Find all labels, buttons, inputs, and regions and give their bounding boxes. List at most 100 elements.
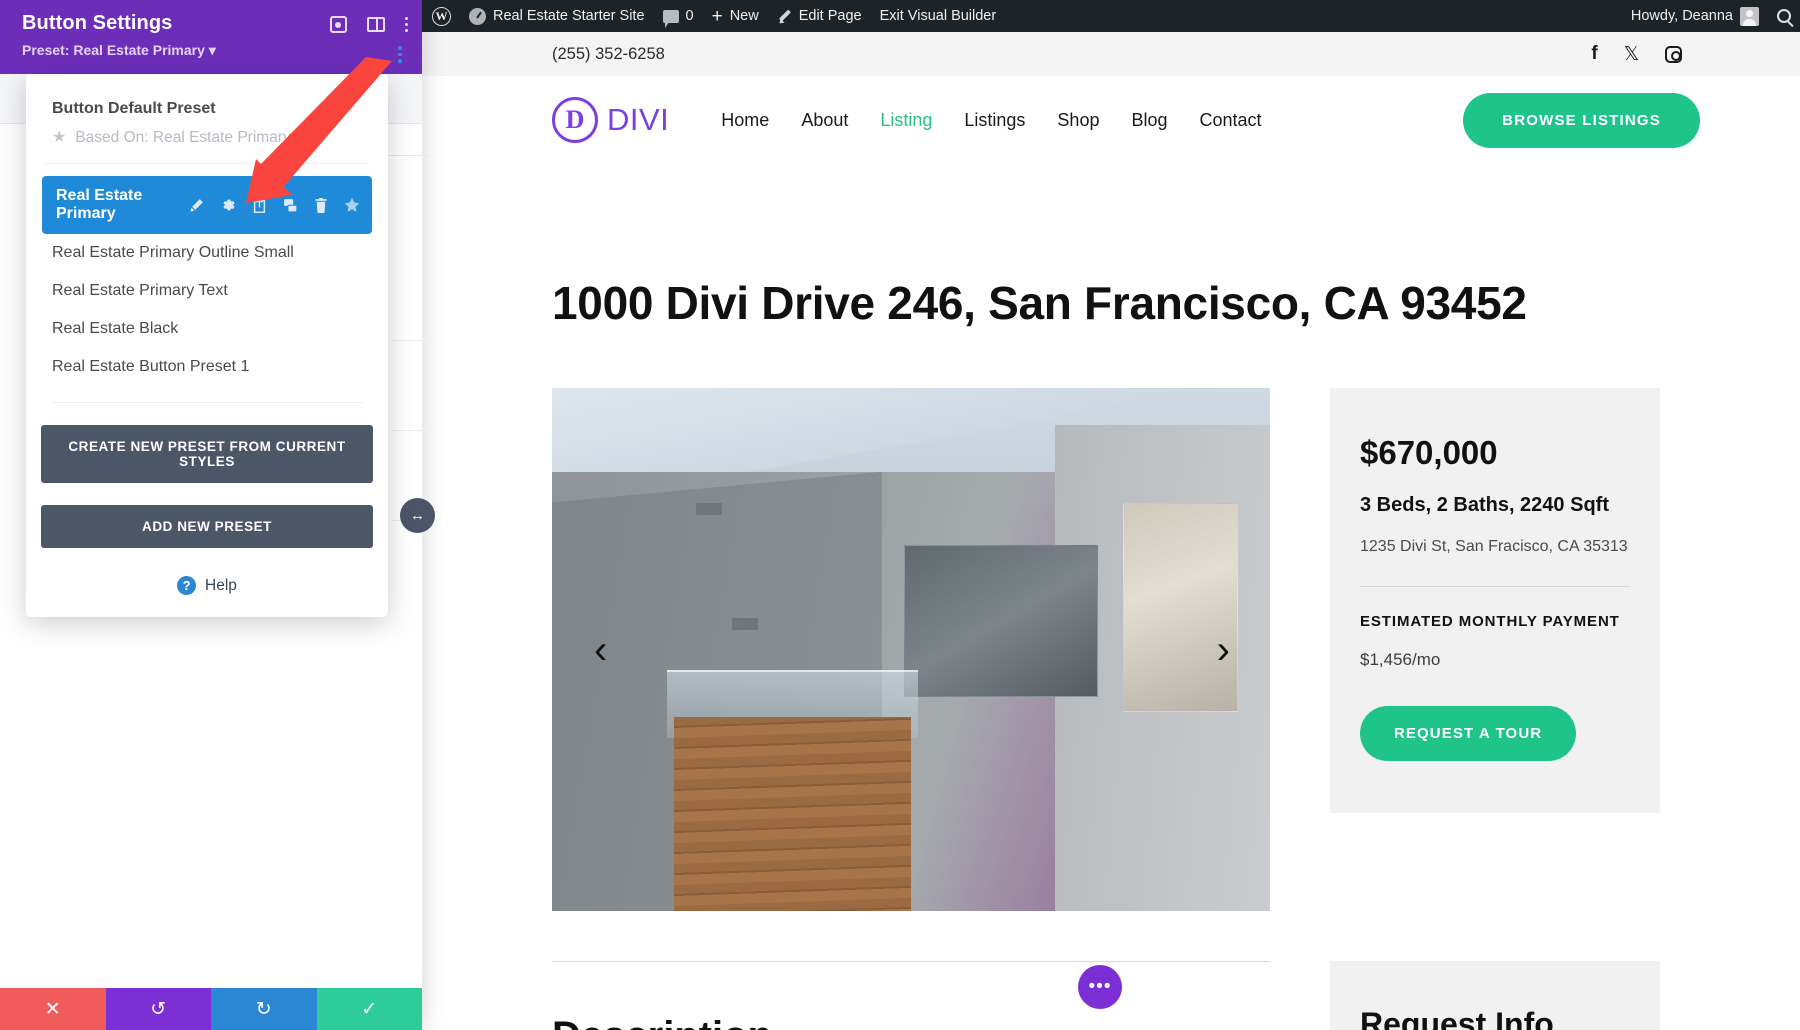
based-on-label: Based On: Real Estate Primary	[75, 129, 290, 147]
property-photo	[552, 388, 1270, 911]
site-logo[interactable]: D DIVI	[552, 97, 669, 143]
add-new-preset-button[interactable]: ADD NEW PRESET	[41, 505, 373, 548]
preset-item-label: Real Estate Primary Text	[52, 282, 228, 300]
nav-link-home[interactable]: Home	[721, 110, 769, 131]
preset-item-actions	[189, 197, 360, 213]
dropdown-help-link[interactable]: ? Help	[26, 576, 388, 595]
divi-logo-icon: D	[552, 97, 598, 143]
edit-page-label: Edit Page	[799, 8, 862, 24]
social-links: f 𝕏	[1591, 43, 1682, 66]
page-body: 1000 Divi Drive 246, San Francisco, CA 9…	[422, 276, 1800, 1030]
preset-dropdown: Button Default Preset ★ Based On: Real E…	[26, 74, 388, 617]
wp-admin-bar: W Real Estate Starter Site 0 + New Edit …	[422, 0, 1800, 32]
property-details-card: $670,000 3 Beds, 2 Baths, 2240 Sqft 1235…	[1330, 388, 1660, 813]
modal-row-divider	[392, 430, 432, 431]
delete-icon[interactable]	[314, 198, 328, 213]
builder-action-bar: ✕ ↺ ↻ ✓	[0, 988, 422, 1030]
preset-item-real-estate-black[interactable]: Real Estate Black	[26, 310, 388, 348]
page-title: 1000 Divi Drive 246, San Francisco, CA 9…	[552, 276, 1670, 330]
star-icon: ★	[52, 130, 66, 146]
builder-fab-button[interactable]: •••	[1078, 965, 1122, 1009]
description-column: Description	[552, 961, 1270, 1030]
user-avatar	[1740, 7, 1759, 26]
dropdown-help-label: Help	[205, 577, 237, 595]
comments-button[interactable]: 0	[654, 0, 703, 32]
window-curtained	[1123, 503, 1238, 712]
logo-text: DIVI	[607, 102, 669, 138]
split-view-icon[interactable]	[367, 17, 385, 32]
create-new-preset-button[interactable]: CREATE NEW PRESET FROM CURRENT STYLES	[41, 425, 373, 483]
gallery-prev-button[interactable]: ‹	[594, 630, 607, 670]
exit-builder-label: Exit Visual Builder	[880, 8, 997, 24]
vertical-dots-icon[interactable]	[405, 17, 408, 32]
preset-item-label: Real Estate Black	[52, 320, 178, 338]
site-preview: (255) 352-6258 f 𝕏 D DIVI Home About Lis…	[422, 32, 1800, 1030]
wall-vent	[696, 503, 722, 515]
modal-row-options-icon[interactable]	[398, 46, 402, 63]
search-icon	[1777, 9, 1791, 23]
wp-logo-button[interactable]: W	[422, 0, 460, 32]
modal-row-divider	[392, 340, 432, 341]
preset-item-label: Real Estate Primary	[56, 187, 171, 223]
exit-visual-builder-button[interactable]: Exit Visual Builder	[871, 0, 1006, 32]
site-name-button[interactable]: Real Estate Starter Site	[460, 0, 654, 32]
browse-listings-button[interactable]: BROWSE LISTINGS	[1463, 93, 1700, 148]
instagram-icon[interactable]	[1665, 46, 1682, 63]
new-content-button[interactable]: + New	[703, 0, 768, 32]
focus-icon[interactable]	[330, 16, 347, 33]
save-changes-button[interactable]: ✓	[317, 988, 423, 1030]
plus-icon: +	[712, 7, 723, 26]
nav-link-listings[interactable]: Listings	[964, 110, 1025, 131]
property-gallery[interactable]: ‹ ›	[552, 388, 1270, 911]
nav-link-blog[interactable]: Blog	[1131, 110, 1167, 131]
modal-header: Button Settings Preset: Real Estate Prim…	[0, 0, 422, 74]
x-twitter-icon[interactable]: 𝕏	[1624, 43, 1639, 66]
phone-number[interactable]: (255) 352-6258	[552, 45, 665, 64]
dropdown-default-preset[interactable]: Button Default Preset ★ Based On: Real E…	[26, 94, 388, 147]
edit-page-button[interactable]: Edit Page	[768, 0, 871, 32]
wordpress-icon: W	[432, 7, 451, 26]
edit-icon[interactable]	[189, 198, 204, 213]
default-preset-title: Button Default Preset	[52, 100, 362, 118]
discard-changes-button[interactable]: ✕	[0, 988, 106, 1030]
settings-gear-icon[interactable]	[220, 197, 236, 213]
details-divider	[1360, 586, 1630, 587]
help-icon: ?	[177, 576, 196, 595]
site-topbar: (255) 352-6258 f 𝕏	[422, 32, 1800, 76]
preset-item-outline-small[interactable]: Real Estate Primary Outline Small	[26, 234, 388, 272]
gallery-next-button[interactable]: ›	[1217, 630, 1230, 670]
duplicate-icon[interactable]	[283, 198, 298, 213]
nav-link-shop[interactable]: Shop	[1057, 110, 1099, 131]
preset-item-primary-text[interactable]: Real Estate Primary Text	[26, 272, 388, 310]
export-icon[interactable]	[252, 198, 267, 213]
nav-link-contact[interactable]: Contact	[1200, 110, 1262, 131]
window-large	[904, 545, 1098, 697]
chevron-down-icon: ▾	[209, 42, 216, 58]
property-specs: 3 Beds, 2 Baths, 2240 Sqft	[1360, 494, 1630, 517]
dropdown-divider-bottom	[52, 402, 362, 403]
adminbar-search-button[interactable]	[1768, 0, 1800, 32]
modal-preset-selector[interactable]: Preset: Real Estate Primary ▾	[22, 42, 404, 59]
modal-preset-label: Preset: Real Estate Primary	[22, 42, 205, 58]
howdy-user-menu[interactable]: Howdy, Deanna	[1622, 0, 1768, 32]
nav-link-listing[interactable]: Listing	[880, 110, 932, 131]
request-info-heading: Request Info	[1360, 1006, 1630, 1030]
request-tour-button[interactable]: REQUEST A TOUR	[1360, 706, 1576, 761]
preset-item-button-preset-1[interactable]: Real Estate Button Preset 1	[26, 348, 388, 386]
button-settings-modal: Button Settings Preset: Real Estate Prim…	[0, 0, 422, 1030]
preset-item-real-estate-primary[interactable]: Real Estate Primary	[42, 176, 372, 234]
redo-button[interactable]: ↻	[211, 988, 317, 1030]
default-preset-based-on: ★ Based On: Real Estate Primary	[52, 129, 362, 147]
nav-links: Home About Listing Listings Shop Blog Co…	[721, 110, 1261, 131]
property-price: $670,000	[1360, 434, 1630, 472]
monthly-payment-label: ESTIMATED MONTHLY PAYMENT	[1360, 613, 1630, 630]
star-icon[interactable]	[344, 197, 360, 213]
undo-button[interactable]: ↺	[106, 988, 212, 1030]
site-name-label: Real Estate Starter Site	[493, 8, 645, 24]
request-info-card: Request Info	[1330, 961, 1660, 1030]
preset-item-label: Real Estate Button Preset 1	[52, 358, 249, 376]
nav-link-about[interactable]: About	[801, 110, 848, 131]
facebook-icon[interactable]: f	[1591, 43, 1597, 65]
modal-header-icons	[330, 16, 408, 33]
modal-resize-handle[interactable]: ↔	[400, 498, 435, 533]
